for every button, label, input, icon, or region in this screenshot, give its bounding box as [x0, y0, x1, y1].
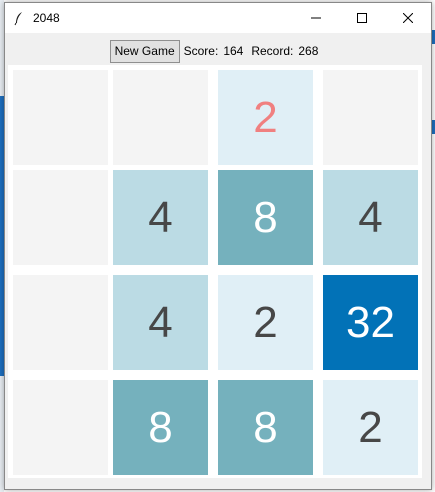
tile: [13, 380, 108, 475]
tile: 2: [218, 70, 313, 165]
game-board: 2 4 8 4 4 2 32 8 8 2: [8, 65, 422, 478]
tile: [13, 275, 108, 370]
window-title: 2048: [33, 11, 60, 25]
title-bar[interactable]: 2048: [5, 3, 431, 33]
minimize-button[interactable]: [293, 3, 339, 33]
tile: 8: [218, 380, 313, 475]
tile: 2: [323, 380, 418, 475]
close-button[interactable]: [385, 3, 431, 33]
tile: 4: [113, 275, 208, 370]
tile: [13, 170, 108, 265]
score-value: 164: [223, 44, 244, 58]
tile: 4: [113, 170, 208, 265]
toolbar: New Game Score: 164 Record: 268: [5, 37, 431, 65]
tile: [323, 70, 418, 165]
score-label: Score:: [183, 44, 219, 58]
close-icon: [403, 13, 413, 23]
new-game-button[interactable]: New Game: [109, 39, 180, 63]
tile: 32: [323, 275, 418, 370]
feather-icon: [11, 10, 27, 26]
record-label: Record:: [251, 44, 294, 58]
tile: 4: [323, 170, 418, 265]
game-window: 2048 New Game Score: 164 Record: 268 2 4…: [4, 2, 432, 490]
tile: [113, 70, 208, 165]
record-value: 268: [298, 44, 319, 58]
tile: 8: [218, 170, 313, 265]
maximize-button[interactable]: [339, 3, 385, 33]
tile: 8: [113, 380, 208, 475]
tile: [13, 70, 108, 165]
maximize-icon: [357, 13, 367, 23]
minimize-icon: [311, 13, 321, 23]
tile: 2: [218, 275, 313, 370]
